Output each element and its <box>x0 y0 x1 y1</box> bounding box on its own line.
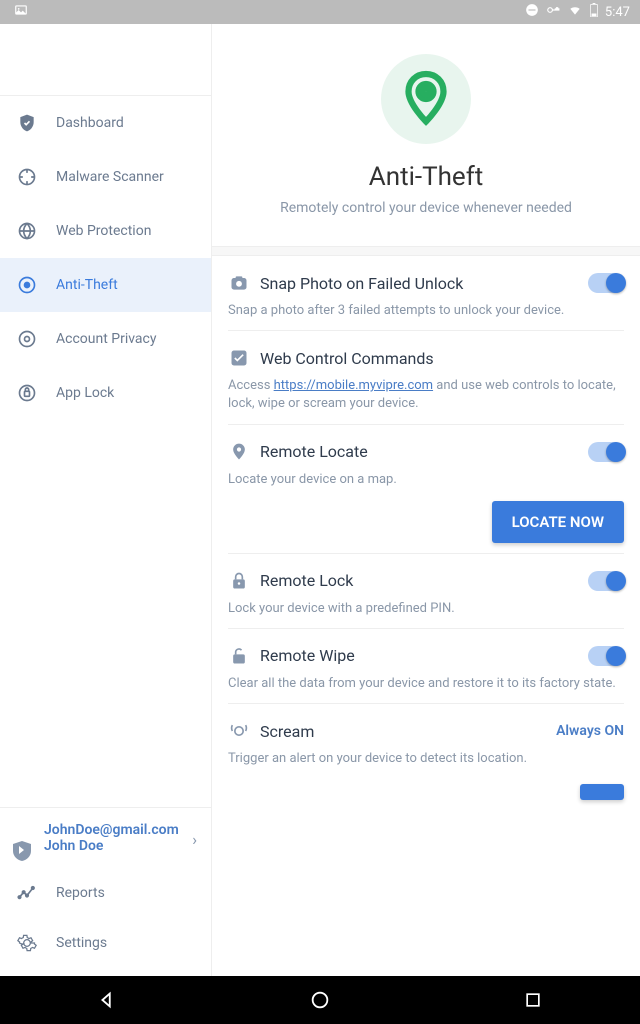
sidebar-item-label: Web Protection <box>56 223 151 239</box>
sidebar-item-label: Settings <box>56 935 107 951</box>
recent-apps-button[interactable] <box>521 988 545 1012</box>
feature-desc: Access https://mobile.myvipre.com and us… <box>228 377 624 413</box>
sidebar-item-web-protection[interactable]: Web Protection <box>0 204 211 258</box>
feature-desc: Locate your device on a map. <box>228 471 624 489</box>
camera-icon <box>228 272 250 294</box>
lock-app-icon <box>16 382 38 404</box>
checkbox-icon <box>228 347 250 369</box>
dnd-icon <box>525 3 539 21</box>
feature-web-control: Web Control Commands Access https://mobi… <box>228 331 624 424</box>
sidebar-item-label: Account Privacy <box>56 331 157 347</box>
gear-icon <box>16 932 38 954</box>
sidebar-item-app-lock[interactable]: App Lock <box>0 366 211 420</box>
feature-title: Remote Locate <box>260 442 578 461</box>
feature-title: Snap Photo on Failed Unlock <box>260 274 578 293</box>
remote-wipe-toggle[interactable] <box>588 646 624 666</box>
sidebar: Dashboard Malware Scanner Web Protection… <box>0 24 212 976</box>
sidebar-item-account-privacy[interactable]: Account Privacy <box>0 312 211 366</box>
chevron-right-icon: › <box>192 830 197 849</box>
feature-desc: Snap a photo after 3 failed attempts to … <box>228 302 624 320</box>
feature-title: Remote Lock <box>260 571 578 590</box>
remote-lock-toggle[interactable] <box>588 571 624 591</box>
main-content[interactable]: Anti-Theft Remotely control your device … <box>212 24 640 976</box>
feature-title: Scream <box>260 722 546 741</box>
locate-now-button[interactable]: LOCATE NOW <box>492 501 624 543</box>
sidebar-item-dashboard[interactable]: Dashboard <box>0 96 211 150</box>
account-panel[interactable]: JohnDoe@gmail.com John Doe › <box>0 808 211 868</box>
hero-location-icon <box>381 54 471 144</box>
wifi-icon <box>567 3 583 21</box>
feature-title: Remote Wipe <box>260 646 578 665</box>
web-control-link[interactable]: https://mobile.myvipre.com <box>274 378 433 393</box>
battery-icon <box>589 3 599 21</box>
hero-section: Anti-Theft Remotely control your device … <box>212 24 640 246</box>
feature-remote-lock: Remote Lock Lock your device with a pred… <box>228 554 624 629</box>
android-nav-bar <box>0 976 640 1024</box>
home-button[interactable] <box>308 988 332 1012</box>
location-pin-icon <box>16 274 38 296</box>
sidebar-item-label: Reports <box>56 885 105 901</box>
feature-remote-locate: Remote Locate Locate your device on a ma… <box>228 425 624 554</box>
status-time: 5:47 <box>605 5 630 20</box>
feature-scream: Scream Always ON Trigger an alert on you… <box>228 704 624 778</box>
key-icon <box>545 3 561 21</box>
sidebar-item-anti-theft[interactable]: Anti-Theft <box>0 258 211 312</box>
snap-photo-toggle[interactable] <box>588 273 624 293</box>
sidebar-item-label: Anti-Theft <box>56 277 118 293</box>
globe-icon <box>16 220 38 242</box>
back-button[interactable] <box>95 988 119 1012</box>
section-divider <box>212 246 640 256</box>
feature-title: Web Control Commands <box>260 349 624 368</box>
remote-locate-toggle[interactable] <box>588 442 624 462</box>
desc-prefix: Access <box>228 378 274 393</box>
scream-status: Always ON <box>556 723 624 739</box>
page-title: Anti-Theft <box>369 162 484 192</box>
sidebar-item-label: App Lock <box>56 385 114 401</box>
android-status-bar: 5:47 <box>0 0 640 24</box>
feature-desc: Lock your device with a predefined PIN. <box>228 600 624 618</box>
page-subtitle: Remotely control your device whenever ne… <box>280 200 572 216</box>
picture-icon <box>10 3 28 21</box>
feature-desc: Clear all the data from your device and … <box>228 675 624 693</box>
target-icon <box>16 166 38 188</box>
sidebar-item-settings[interactable]: Settings <box>0 918 211 968</box>
partial-button[interactable] <box>580 784 624 800</box>
shield-check-icon <box>16 112 38 134</box>
feature-remote-wipe: Remote Wipe Clear all the data from your… <box>228 629 624 704</box>
sidebar-item-reports[interactable]: Reports <box>0 868 211 918</box>
sidebar-item-malware-scanner[interactable]: Malware Scanner <box>0 150 211 204</box>
sidebar-item-label: Malware Scanner <box>56 169 164 185</box>
sidebar-header-space <box>0 24 211 96</box>
eye-icon <box>16 328 38 350</box>
account-name: John Doe <box>44 838 197 854</box>
feature-snap-photo: Snap Photo on Failed Unlock Snap a photo… <box>228 256 624 331</box>
alarm-icon <box>228 720 250 742</box>
sidebar-item-label: Dashboard <box>56 115 124 131</box>
feature-desc: Trigger an alert on your device to detec… <box>228 750 624 768</box>
account-email: JohnDoe@gmail.com <box>44 822 197 838</box>
lock-icon <box>228 570 250 592</box>
app-shield-icon <box>10 838 34 868</box>
chart-icon <box>16 882 38 904</box>
locate-icon <box>228 441 250 463</box>
unlock-icon <box>228 645 250 667</box>
